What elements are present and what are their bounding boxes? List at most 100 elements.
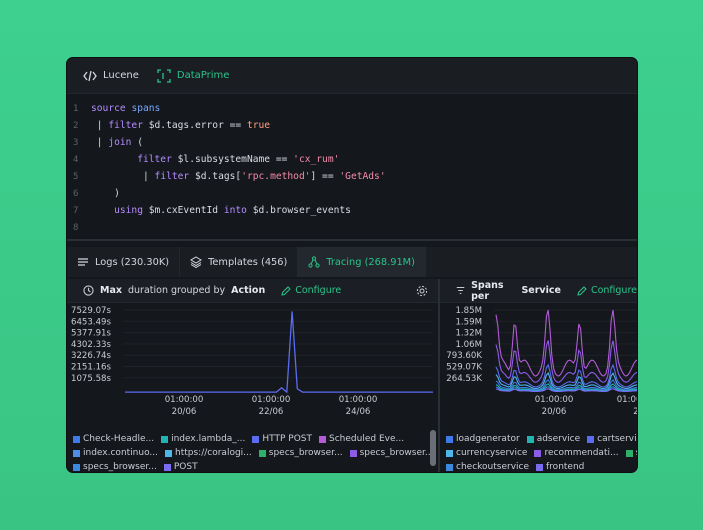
line-number: 3 (73, 137, 79, 148)
legend-swatch (587, 435, 595, 443)
legend-label: specs_browser... (268, 448, 343, 458)
legend-swatch (534, 449, 542, 457)
legend-row: currencyservice recommendati... sh (446, 446, 637, 460)
panel-title: Spans per (471, 279, 504, 302)
x-tick-label: 20/06 (172, 407, 197, 417)
code-token: ] == (310, 171, 340, 182)
code-line: 5 | filter $d.tags['rpc.method'] == 'Get… (67, 168, 637, 185)
y-tick-label: 1.85M (455, 306, 482, 316)
configure-label: Configure (295, 285, 342, 296)
code-line: 3 | join ( (67, 134, 637, 151)
y-tick-label: 3226.74s (71, 351, 112, 361)
configure-button[interactable]: Configure (577, 285, 637, 296)
legend-item[interactable]: cartservice (587, 432, 637, 446)
legend-label: Check-Headle... (83, 434, 155, 444)
code-token: $d.browser_events (246, 205, 351, 216)
legend-item[interactable]: currencyservice (446, 446, 527, 460)
legend-label: specs_browser... (359, 448, 434, 458)
x-tick-label: 2 (633, 407, 637, 417)
code-token: $d.tags.error == (142, 120, 247, 131)
legend-row: Check-Headle... index.lambda_... HTTP POST… (73, 432, 428, 446)
query-window: Lucene DataPrime 1 source spans 2 | filter… (67, 58, 637, 472)
tab-dataprime-label: DataPrime (176, 70, 230, 81)
legend-item[interactable]: index.lambda_... (161, 432, 245, 446)
tab-tracing[interactable]: Tracing (268.91M) (298, 247, 426, 277)
legend-swatch (446, 449, 453, 457)
panel-header: Spans per Service Configure (440, 279, 637, 303)
x-tick-label: 01:00:00 (617, 395, 637, 405)
legend-item[interactable]: frontend (536, 460, 584, 472)
legend-item[interactable]: HTTP POST (252, 432, 312, 446)
legend-item[interactable]: recommendati... (534, 446, 619, 460)
pencil-icon (577, 285, 587, 296)
x-tick-label: 20/06 (542, 407, 567, 417)
code-line: 7 using $m.cxEventId into $d.browser_eve… (67, 202, 637, 219)
legend-item[interactable]: Check-Headle... (73, 432, 154, 446)
code-icon (83, 70, 97, 81)
code-token: ( (131, 137, 143, 148)
legend-swatch (165, 449, 173, 457)
legend-swatch (446, 463, 453, 471)
chart-legend: Check-Headle... index.lambda_... HTTP POST… (73, 432, 433, 472)
spans-per-service-panel: Spans per Service Configure 1.85M 1.59M 1.… (440, 279, 637, 472)
legend-label: HTTP POST (262, 434, 313, 444)
legend-swatch (163, 463, 171, 471)
tab-logs[interactable]: Logs (230.30K) (67, 247, 181, 277)
legend-swatch (252, 435, 260, 443)
legend-swatch (73, 463, 80, 471)
dataprime-icon (157, 68, 171, 83)
aggregation-label: Max (100, 285, 122, 296)
y-tick-label: 264.53K (446, 374, 482, 384)
configure-button[interactable]: Configure (281, 285, 341, 296)
legend-scrollbar[interactable] (430, 430, 436, 466)
legend-item[interactable]: specs_browser... (258, 446, 343, 460)
clock-icon (83, 285, 94, 296)
legend-item[interactable]: sh (625, 446, 637, 460)
tracing-icon (308, 256, 320, 268)
code-token: $d.tags[ (189, 171, 242, 182)
legend-item[interactable]: index.continuo... (73, 446, 158, 460)
legend-item[interactable]: Scheduled Eve... (319, 432, 404, 446)
query-editor[interactable]: 1 source spans 2 | filter $d.tags.error ==… (67, 95, 637, 238)
code-token: filter (154, 171, 190, 182)
legend-row: index.continuo... https://coralogi... spec… (73, 446, 433, 460)
group-by-key: Service (521, 285, 561, 296)
configure-label: Configure (590, 285, 637, 296)
legend-item[interactable]: checkoutservice (446, 460, 529, 472)
tab-templates[interactable]: Templates (456) (180, 247, 299, 277)
spans-per-service-chart: 1.85M1.59M 1.32M1.06M793.60K 529.07K264.53… (446, 306, 637, 417)
y-tick-label: 7529.07s (71, 306, 112, 316)
legend-item[interactable]: POST (163, 460, 198, 472)
x-tick-label: 01:00:00 (165, 395, 204, 405)
legend-item[interactable]: specs_browser... (73, 460, 157, 472)
code-token: | (91, 120, 109, 131)
tab-logs-label: Logs (230.30K) (95, 256, 170, 268)
legend-label: index.lambda_... (171, 434, 246, 444)
code-token: 'rpc.method' (241, 171, 311, 182)
y-tick-label: 6453.49s (71, 317, 112, 327)
legend-item[interactable]: specs_browser... (349, 446, 434, 460)
result-tabs: Logs (230.30K) Templates (456) Tracing (… (67, 247, 637, 277)
legend-label: loadgenerator (456, 434, 520, 444)
y-tick-label: 4302.33s (71, 340, 112, 350)
layers-icon (190, 256, 203, 268)
gear-icon[interactable] (416, 285, 428, 297)
code-token: ) (91, 188, 120, 199)
code-line: 2 | filter $d.tags.error == true (67, 117, 637, 134)
code-token: filter (108, 120, 143, 131)
line-number: 7 (73, 205, 79, 216)
legend-item[interactable]: loadgenerator (446, 432, 520, 446)
code-token: 'GetAds' (339, 171, 386, 182)
tab-tracing-label: Tracing (268.91M) (326, 256, 415, 268)
legend-row: specs_browser... POST (73, 460, 428, 472)
legend-item[interactable]: adservice (526, 432, 580, 446)
tab-lucene[interactable]: Lucene (83, 69, 139, 83)
legend-item[interactable]: https://coralogi... (165, 446, 252, 460)
legend-label: cartservice (597, 434, 637, 444)
legend-label: index.continuo... (83, 448, 159, 458)
legend-label: specs_browser... (83, 462, 157, 472)
tab-dataprime[interactable]: DataPrime (157, 68, 230, 83)
panel-header: Max duration grouped by Action Configure (67, 279, 438, 303)
legend-row: loadgenerator adservice cartservice (446, 432, 637, 446)
chart-legend: loadgenerator adservice cartservice currenc… (446, 432, 637, 472)
